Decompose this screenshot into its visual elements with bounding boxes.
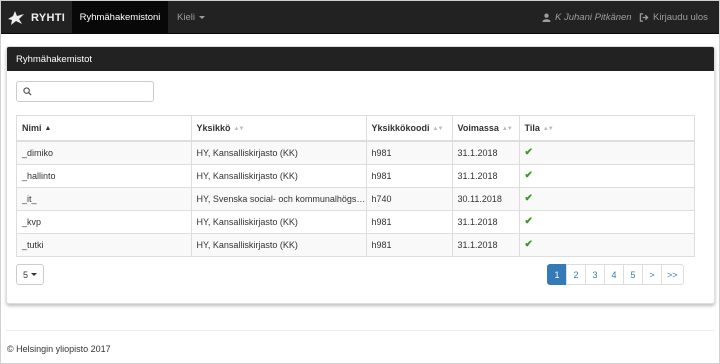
caret-down-icon xyxy=(198,16,205,19)
cell-unit: HY, Kansalliskirjasto (KK) xyxy=(190,209,366,233)
table-row[interactable]: _kvp HY, Kansalliskirjasto (KK) h981 31.… xyxy=(17,209,694,233)
top-navbar: RYHTI Ryhmähakemistoni Kieli K Juhani Pi… xyxy=(1,1,719,34)
group-directories-panel: Ryhmähakemistot Nimi ▲ Yksikkö ▲▼ Yksikkök… xyxy=(6,46,715,304)
cell-unit: HY, Kansalliskirjasto (KK) xyxy=(190,163,366,187)
cell-status: ✔ xyxy=(518,140,694,164)
cell-unit: HY, Kansalliskirjasto (KK) xyxy=(190,140,366,164)
column-header-name[interactable]: Nimi ▲ xyxy=(17,116,191,142)
search-field[interactable] xyxy=(16,81,154,102)
panel-title: Ryhmähakemistot xyxy=(7,47,714,71)
checkmark-icon: ✔ xyxy=(524,216,533,227)
column-header-unit-code[interactable]: Yksikkökoodi ▲▼ xyxy=(365,116,452,142)
sort-icon: ▲▼ xyxy=(233,125,245,132)
column-header-valid[interactable]: Voimassa ▲▼ xyxy=(451,116,519,142)
cell-unit: HY, Svenska social- och kommunalhögs… xyxy=(190,186,366,210)
cell-unit-code: h740 xyxy=(365,186,452,210)
brand-logo-icon xyxy=(8,10,24,25)
page-link-1[interactable]: 1 xyxy=(547,264,567,285)
column-header-status[interactable]: Tila ▲▼ xyxy=(518,116,694,142)
footer-copyright: © Helsingin yliopisto 2017 xyxy=(7,344,111,354)
user-icon xyxy=(542,13,551,22)
cell-unit: HY, Kansalliskirjasto (KK) xyxy=(190,232,366,256)
brand-name: RYHTI xyxy=(31,11,66,24)
footer-divider xyxy=(6,330,715,331)
cell-status: ✔ xyxy=(518,232,694,256)
table-row[interactable]: _tutki HY, Kansalliskirjasto (KK) h981 3… xyxy=(17,232,694,256)
cell-name: _it_ xyxy=(17,186,191,210)
cell-unit-code: h981 xyxy=(365,209,452,233)
page-link-4[interactable]: 4 xyxy=(604,264,624,285)
sort-icon: ▲▼ xyxy=(501,125,513,132)
table-row[interactable]: _dimiko HY, Kansalliskirjasto (KK) h981 … xyxy=(17,140,694,164)
logout-link[interactable]: Kirjaudu ulos xyxy=(639,1,708,34)
cell-valid: 31.1.2018 xyxy=(451,209,519,233)
cell-name: _kvp xyxy=(17,209,191,233)
next-page-button[interactable]: > xyxy=(642,264,662,285)
pagination: 1 2 3 4 5 > >> xyxy=(547,264,684,285)
cell-valid: 31.1.2018 xyxy=(451,140,519,164)
page-link-5[interactable]: 5 xyxy=(623,264,643,285)
cell-status: ✔ xyxy=(518,186,694,210)
search-input[interactable] xyxy=(36,86,146,97)
page-size-dropdown[interactable]: 5 xyxy=(16,264,44,285)
column-header-unit[interactable]: Yksikkö ▲▼ xyxy=(190,116,366,142)
nav-item-group-directories[interactable]: Ryhmähakemistoni xyxy=(72,1,168,34)
brand-link[interactable]: RYHTI xyxy=(7,1,65,34)
last-page-button[interactable]: >> xyxy=(661,264,684,285)
logout-label: Kirjaudu ulos xyxy=(653,12,708,23)
table-row[interactable]: _hallinto HY, Kansalliskirjasto (KK) h98… xyxy=(17,163,694,187)
cell-unit-code: h981 xyxy=(365,163,452,187)
caret-down-icon xyxy=(31,273,37,276)
page-link-3[interactable]: 3 xyxy=(585,264,605,285)
checkmark-icon: ✔ xyxy=(524,147,533,159)
language-dropdown[interactable]: Kieli xyxy=(177,1,205,34)
cell-name: _dimiko xyxy=(17,140,191,164)
user-name: K Juhani Pitkänen xyxy=(555,12,632,23)
group-table: Nimi ▲ Yksikkö ▲▼ Yksikkökoodi ▲▼ Voimassa ▲… xyxy=(16,115,695,257)
page-link-2[interactable]: 2 xyxy=(566,264,586,285)
cell-name: _hallinto xyxy=(17,163,191,187)
cell-unit-code: h981 xyxy=(365,140,452,164)
language-label: Kieli xyxy=(177,12,195,23)
cell-valid: 31.1.2018 xyxy=(451,232,519,256)
checkmark-icon: ✔ xyxy=(524,193,533,204)
sort-asc-icon: ▲ xyxy=(44,125,52,133)
user-link[interactable]: K Juhani Pitkänen xyxy=(542,1,632,34)
cell-status: ✔ xyxy=(518,209,694,233)
table-row[interactable]: _it_ HY, Svenska social- och kommunalhög… xyxy=(17,186,694,210)
nav-item-label: Ryhmähakemistoni xyxy=(79,12,161,23)
cell-valid: 30.11.2018 xyxy=(451,186,519,210)
page-size-value: 5 xyxy=(22,269,28,280)
checkmark-icon: ✔ xyxy=(524,239,533,251)
search-icon xyxy=(23,87,32,96)
cell-name: _tutki xyxy=(17,232,191,256)
cell-status: ✔ xyxy=(518,163,694,187)
logout-icon xyxy=(639,13,649,22)
sort-icon: ▲▼ xyxy=(432,125,444,132)
cell-valid: 31.1.2018 xyxy=(451,163,519,187)
checkmark-icon: ✔ xyxy=(524,170,533,181)
cell-unit-code: h981 xyxy=(365,232,452,256)
sort-icon: ▲▼ xyxy=(542,125,554,132)
